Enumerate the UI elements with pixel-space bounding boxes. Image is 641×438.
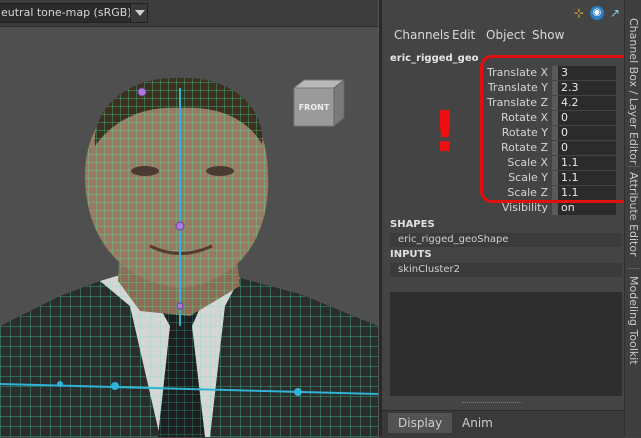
highlight-outline xyxy=(480,55,634,203)
shape-item[interactable]: eric_rigged_geoShape xyxy=(390,233,622,247)
menu-show[interactable]: Show xyxy=(532,28,564,42)
axis-icon[interactable]: ⊹ xyxy=(572,6,586,20)
side-tab-attribute-editor[interactable]: Attribute Editor xyxy=(627,172,640,257)
layer-area xyxy=(390,292,622,396)
drag-handle[interactable] xyxy=(462,402,522,406)
attr-row-visibility[interactable]: Visibility on xyxy=(382,201,624,216)
viewcube[interactable]: FRONT xyxy=(290,78,350,137)
shield-icon[interactable]: ◉ xyxy=(590,6,604,20)
side-tab-modeling-toolkit[interactable]: Modeling Toolkit xyxy=(627,276,640,365)
inputs-header: INPUTS xyxy=(390,249,432,260)
tab-anim[interactable]: Anim xyxy=(452,413,503,433)
colorspace-dropdown-button[interactable] xyxy=(130,3,148,23)
expand-icon[interactable]: ↗ xyxy=(608,6,622,20)
menu-object[interactable]: Object xyxy=(486,28,525,42)
tab-display[interactable]: Display xyxy=(388,413,453,433)
object-name[interactable]: eric_rigged_geo xyxy=(390,53,479,64)
side-tab-divider xyxy=(627,268,640,269)
colorspace-dropdown[interactable]: eutral tone-map (sRGB) xyxy=(0,3,146,23)
input-item[interactable]: skinCluster2 xyxy=(390,263,622,277)
viewport-toolbar: eutral tone-map (sRGB) xyxy=(0,0,378,27)
viewcube-label: FRONT xyxy=(299,103,330,112)
viewport[interactable]: eutral tone-map (sRGB) FRONT xyxy=(0,0,378,437)
chevron-down-icon xyxy=(135,10,145,16)
bottom-tabs: Display Anim xyxy=(382,410,624,438)
channel-box-panel: ⊹ ◉ ↗ Channels Edit Object Show eric_rig… xyxy=(382,0,634,438)
attr-value[interactable]: on xyxy=(552,201,616,215)
side-tab-strip: Channel Box / Layer Editor Attribute Edi… xyxy=(624,0,641,437)
channel-menubar: Channels Edit Object Show xyxy=(382,28,624,46)
menu-edit[interactable]: Edit xyxy=(452,28,475,42)
warning-mark: ! xyxy=(432,100,458,165)
menu-channels[interactable]: Channels xyxy=(394,28,450,42)
shapes-header: SHAPES xyxy=(390,219,435,230)
side-tab-channel-box[interactable]: Channel Box / Layer Editor xyxy=(627,18,640,165)
colorspace-label: eutral tone-map (sRGB) xyxy=(1,6,132,19)
side-tab-divider xyxy=(627,166,640,167)
cube-icon: FRONT xyxy=(292,78,346,128)
